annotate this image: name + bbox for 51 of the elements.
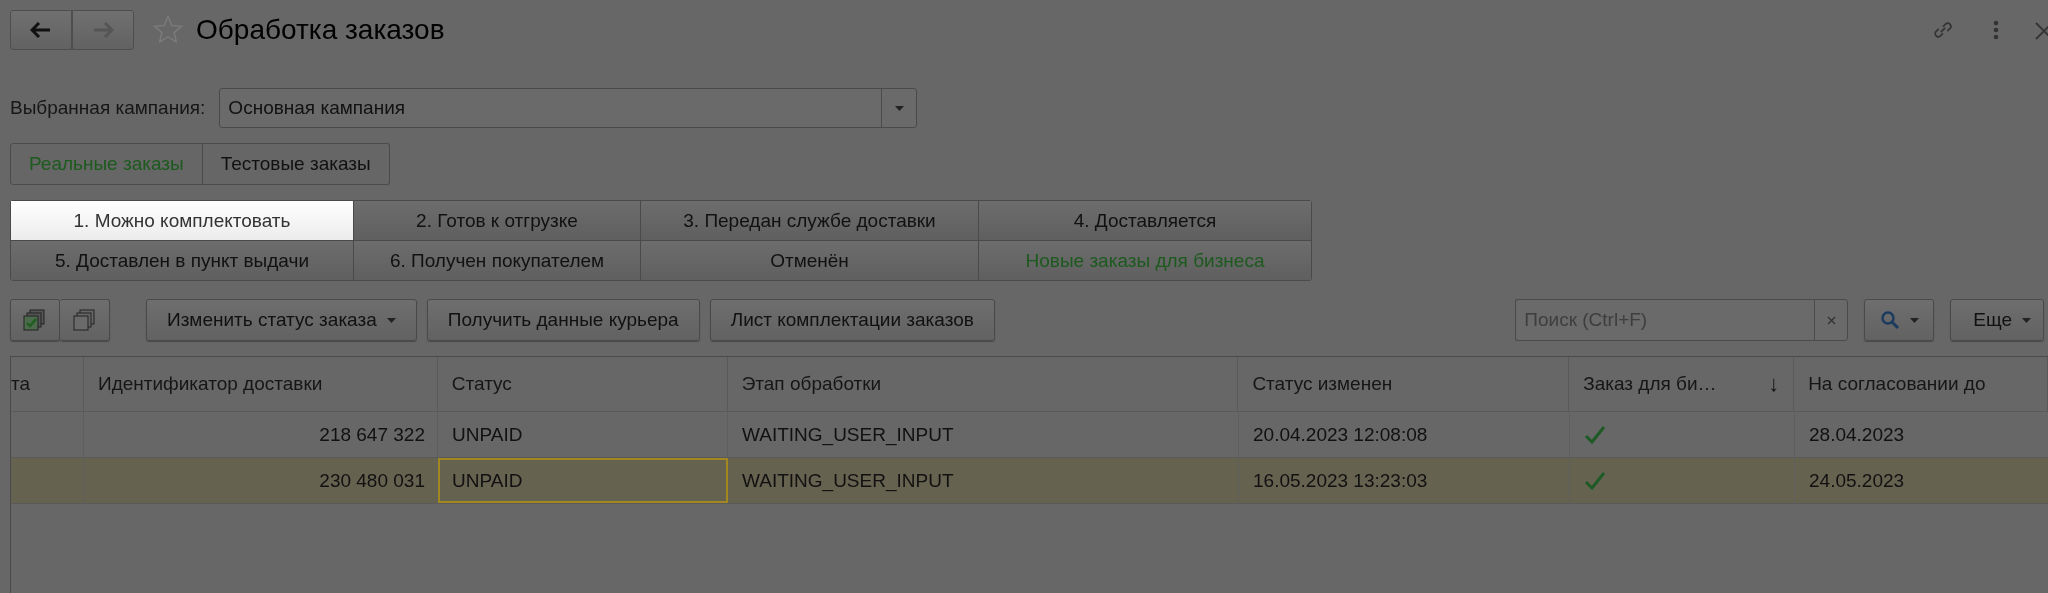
clear-icon [1826, 315, 1836, 325]
column-header[interactable]: та [11, 357, 84, 411]
status-tab[interactable]: 6. Получен покупателем [354, 241, 641, 280]
column-header[interactable]: Статус [437, 357, 728, 411]
status-tab[interactable]: 4. Доставляется [979, 201, 1311, 241]
source-tab[interactable]: Тестовые заказы [202, 143, 390, 185]
status-tab[interactable]: 1. Можно комплектовать [11, 201, 354, 241]
more-icon[interactable] [1992, 19, 2000, 41]
table-cell: 16.05.2023 13:23:03 [1253, 469, 1428, 492]
table-cell: UNPAID [452, 469, 523, 492]
table-cell: 24.05.2023 [1809, 469, 1905, 492]
more-button[interactable]: Еще [1950, 299, 2044, 341]
toolbar-button[interactable]: Получить данные курьера [426, 299, 700, 341]
table-cell: 20.04.2023 12:08:08 [1253, 423, 1428, 446]
column-header[interactable]: Идентификатор доставки [83, 357, 438, 411]
table-cell: WAITING_USER_INPUT [742, 423, 954, 446]
search-icon [1879, 310, 1900, 330]
window-title: Обработка заказов [196, 14, 445, 46]
table-cell: UNPAID [452, 423, 523, 446]
change-status-button[interactable]: Изменить статус заказа [146, 299, 417, 341]
toolbar-button[interactable]: Лист комплектации заказов [709, 299, 995, 341]
caret-icon [894, 105, 904, 111]
forward-button[interactable] [72, 10, 134, 50]
caret-icon [386, 317, 396, 323]
back-button[interactable] [10, 10, 72, 50]
uncheck-all-button[interactable] [60, 299, 110, 341]
check-all-button[interactable] [10, 299, 60, 341]
caret-icon [1909, 317, 1919, 323]
close-icon[interactable] [2034, 19, 2048, 41]
arrow-right-icon [92, 22, 114, 38]
table-row[interactable]: 230 480 031 UNPAID WAITING_USER_INPUT 16.05.2023 13:23:03 24.05.2023 [11, 458, 2048, 504]
column-header[interactable]: Статус изменен [1238, 357, 1570, 411]
search-button[interactable] [1864, 299, 1935, 341]
column-header[interactable]: Заказ для би… ↓ [1569, 357, 1795, 411]
table-cell: 28.04.2023 [1809, 423, 1905, 446]
clear-button[interactable] [1814, 299, 1849, 341]
column-header[interactable]: На согласовании до [1794, 357, 2048, 411]
status-tab[interactable]: Отменён [641, 241, 979, 280]
status-tab[interactable]: 2. Готов к отгрузке [354, 201, 641, 241]
arrow-left-icon [30, 22, 52, 38]
pages-icon [72, 308, 97, 332]
table-cell: WAITING_USER_INPUT [742, 469, 954, 492]
campaign-label: Выбранная кампания: [10, 97, 206, 119]
table-cell: 230 480 031 [319, 469, 425, 492]
checked-pages-icon [23, 308, 47, 332]
status-tab[interactable]: 5. Доставлен в пункт выдачи [11, 241, 354, 280]
caret-icon [2022, 317, 2031, 323]
column-header[interactable]: Этап обработки [727, 357, 1239, 411]
status-tab[interactable]: 3. Передан службе доставки [641, 201, 979, 241]
table-cell: 218 647 322 [319, 423, 425, 446]
campaign-field[interactable]: Основная кампания [219, 88, 918, 128]
